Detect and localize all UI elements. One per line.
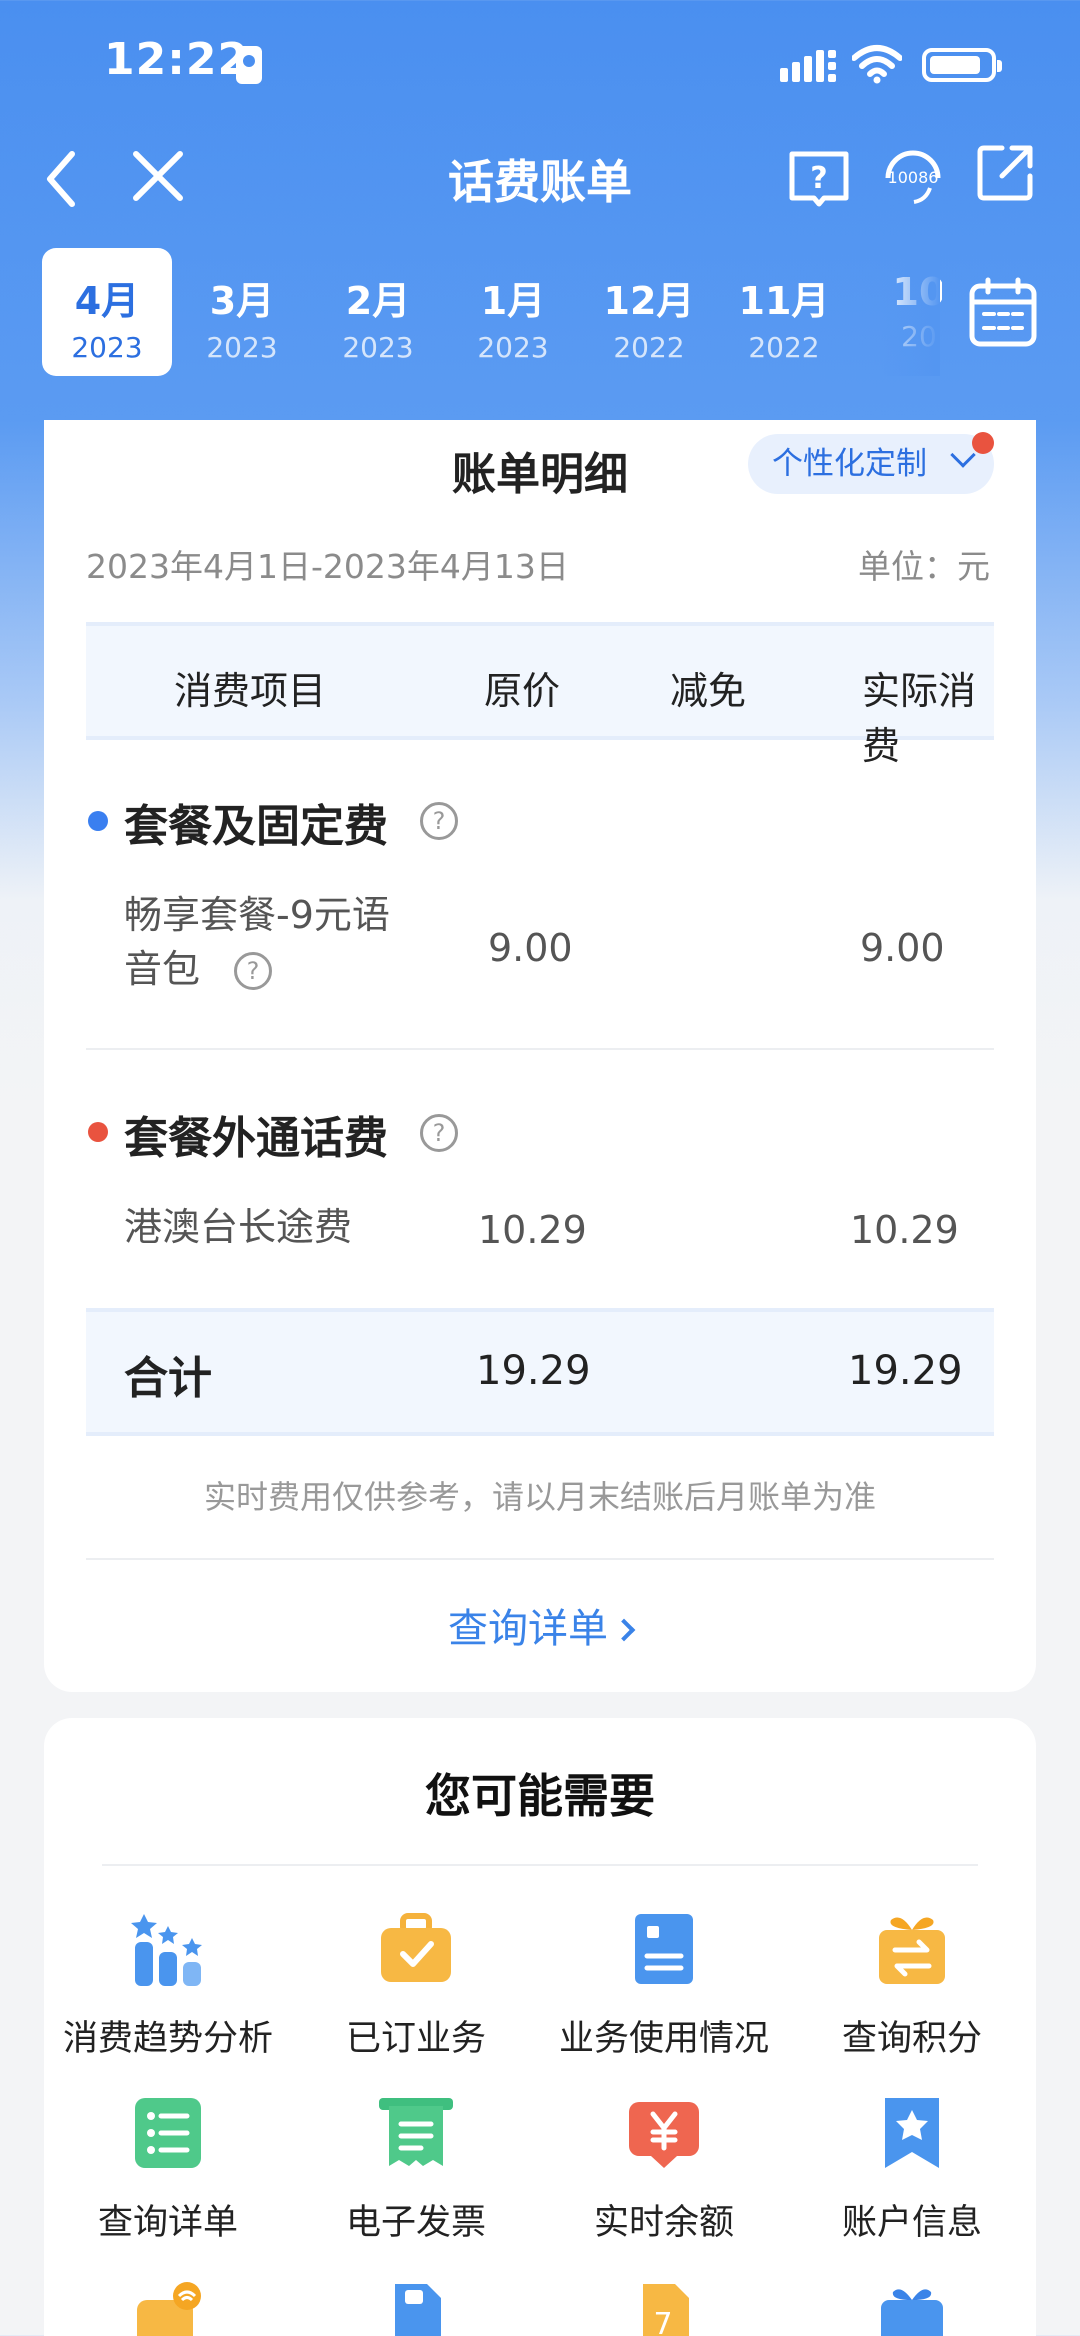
share-icon[interactable]	[976, 142, 1036, 202]
nav-bar: 话费账单 ? 10086	[0, 130, 1080, 230]
bill-note: 实时费用仅供参考，请以月末结账后月账单为准	[203, 1478, 876, 1516]
svg-text:7: 7	[653, 2307, 672, 2336]
document-icon	[635, 1914, 693, 1984]
bill-date-range: 2023年4月1日-2023年4月13日	[86, 547, 569, 586]
currency-unit: 单位：元	[858, 547, 990, 586]
section-dot-blue	[88, 811, 108, 831]
svg-text:?: ?	[810, 161, 827, 196]
status-bar: 12:22	[0, 0, 1080, 120]
service-number: 10086	[888, 168, 939, 187]
service-subscribed[interactable]: 已订业务	[292, 1910, 540, 2061]
help-book-icon[interactable]: ?	[786, 144, 852, 210]
yuan-wallet-icon	[629, 2102, 699, 2168]
table-header: 消费项目 原价 减免 实际消费	[86, 622, 994, 768]
customer-service-icon[interactable]: 10086	[880, 142, 946, 208]
month-tab-2022-12[interactable]: 12月 2022	[584, 248, 714, 376]
service-query-details[interactable]: 查询详单	[44, 2094, 292, 2245]
total-price: 19.29	[476, 1348, 591, 1394]
item-package-price: 9.00	[488, 926, 573, 970]
item-call-actual: 10.29	[850, 1208, 959, 1252]
month-tab-2023-04[interactable]: 4月 2023	[42, 248, 172, 376]
column-actual: 实际消费	[862, 669, 977, 768]
service-points[interactable]: 查询积分	[788, 1910, 1036, 2061]
status-time: 12:22	[104, 34, 250, 85]
list-icon	[135, 2098, 201, 2168]
personalize-button[interactable]: 个性化定制	[748, 434, 994, 494]
bookmark-star-icon	[885, 2098, 939, 2168]
service-partial-2[interactable]	[292, 2280, 540, 2336]
total-row: 合计 19.29 19.29	[86, 1308, 994, 1436]
sim-card-icon	[395, 2284, 441, 2336]
item-package-actual: 9.00	[860, 926, 945, 970]
item-call-name: 港澳台长途费	[124, 1205, 353, 1249]
gift-exchange-icon	[879, 1917, 945, 1984]
trend-chart-icon	[131, 1914, 202, 1986]
month-tab-2023-01[interactable]: 1月 2023	[448, 248, 578, 376]
column-item: 消费项目	[174, 669, 327, 713]
section-dot-red	[88, 1122, 108, 1142]
total-label: 合计	[124, 1353, 212, 1404]
row-divider	[86, 1048, 994, 1050]
month-tab-2022-11[interactable]: 11月 2022	[719, 248, 849, 376]
battery-icon	[922, 48, 1002, 82]
row-divider	[86, 1558, 994, 1560]
contact-icon	[236, 46, 262, 84]
section-divider	[102, 1864, 978, 1866]
suggestions-card: 您可能需要 消费趋势分析 已订业务 业务使用情况 查询积分 查询详单 电子发票 …	[44, 1718, 1036, 2336]
wifi-icon	[852, 45, 902, 84]
bill-detail-card: 账单明细 个性化定制 2023年4月1日-2023年4月13日 单位：元 消费项…	[44, 420, 1036, 1692]
section-title-extra-calls: 套餐外通话费	[124, 1113, 388, 1164]
month-selector: 4月 2023 3月 2023 2月 2023 1月 2023 12月 2022…	[42, 248, 942, 376]
service-partial-1[interactable]	[44, 2280, 292, 2336]
service-e-invoice[interactable]: 电子发票	[292, 2094, 540, 2245]
wifi-card-icon	[137, 2282, 201, 2336]
help-icon[interactable]: ?	[420, 802, 458, 840]
suggestions-title: 您可能需要	[425, 1769, 655, 1823]
cellular-signal-icon	[780, 50, 836, 82]
total-actual: 19.29	[848, 1348, 963, 1394]
calendar-icon[interactable]	[968, 276, 1038, 348]
help-icon[interactable]: ?	[420, 1114, 458, 1152]
item-call-price: 10.29	[478, 1208, 587, 1252]
gift-box-icon	[881, 2289, 943, 2336]
service-account-info[interactable]: 账户信息	[788, 2094, 1036, 2245]
service-partial-3[interactable]: 7	[540, 2280, 788, 2336]
service-partial-4[interactable]	[788, 2280, 1036, 2336]
chevron-right-icon	[612, 1618, 636, 1642]
sim-seven-icon: 7	[643, 2284, 689, 2336]
section-title-package: 套餐及固定费	[124, 801, 388, 852]
service-usage[interactable]: 业务使用情况	[540, 1910, 788, 2061]
invoice-icon	[379, 2098, 453, 2166]
notification-dot	[972, 432, 994, 454]
briefcase-check-icon	[381, 1913, 451, 1982]
month-tab-2023-02[interactable]: 2月 2023	[313, 248, 443, 376]
month-tab-2023-03[interactable]: 3月 2023	[177, 248, 307, 376]
column-price: 原价	[484, 669, 561, 713]
month-scroll-fade	[880, 248, 940, 376]
service-balance[interactable]: 实时余额	[540, 2094, 788, 2245]
help-icon[interactable]: ?	[234, 952, 272, 990]
query-details-link[interactable]: 查询详单	[44, 1596, 1036, 1654]
column-discount: 减免	[670, 669, 747, 713]
service-consumption-trend[interactable]: 消费趋势分析	[44, 1910, 292, 2061]
